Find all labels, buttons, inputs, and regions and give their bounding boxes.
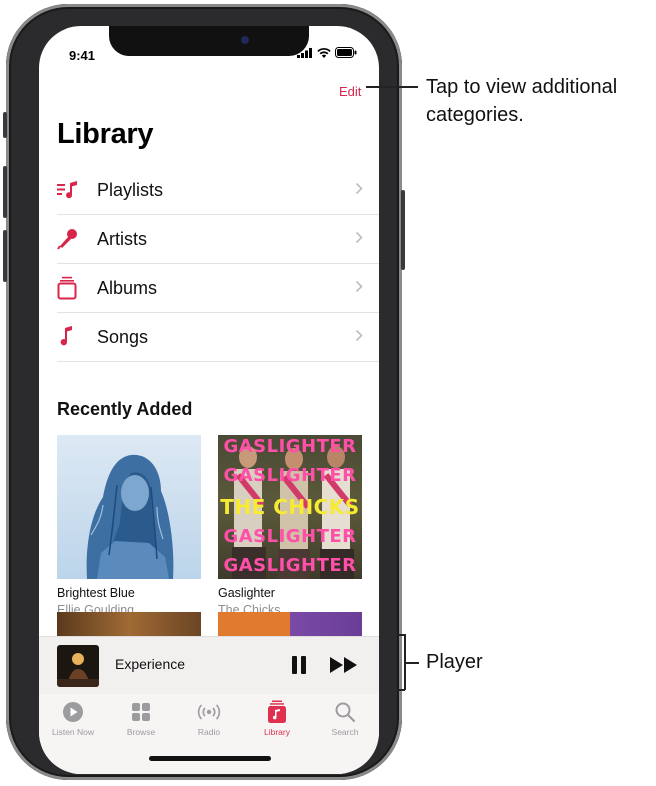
phone-frame: 9:41 Edit Library Playlists Artists Albu… <box>3 4 405 780</box>
cover-text: THE CHICKS <box>220 495 360 519</box>
cover-text: GASLIGHTER <box>223 555 357 576</box>
album-art-partial[interactable] <box>218 612 362 638</box>
tab-label: Radio <box>197 727 221 737</box>
playlist-icon <box>57 178 87 202</box>
category-label: Songs <box>97 326 149 347</box>
category-row-playlists[interactable]: Playlists <box>57 166 379 215</box>
music-note-icon <box>57 325 87 349</box>
callout-player: Player <box>426 651 483 673</box>
volume-down-button <box>3 230 7 282</box>
wifi-icon <box>317 47 331 58</box>
chevron-right-icon <box>355 182 363 195</box>
category-label: Artists <box>97 228 148 249</box>
cover-text: GASLIGHTER <box>223 436 357 457</box>
tab-label: Search <box>331 727 359 737</box>
screen: 9:41 Edit Library Playlists Artists Albu… <box>39 26 379 774</box>
grid-icon <box>107 700 175 724</box>
chevron-right-icon <box>355 280 363 293</box>
album-art-partial[interactable] <box>57 612 201 638</box>
tab-radio[interactable]: Radio <box>175 700 243 737</box>
callout-leader-player <box>405 662 419 664</box>
chevron-right-icon <box>355 329 363 342</box>
edit-button[interactable]: Edit <box>339 84 361 99</box>
album-stack-icon <box>57 276 87 300</box>
callout-leader-edit <box>366 86 418 88</box>
album-gaslighter[interactable]: GASLIGHTER GASLIGHTER THE CHICKS GASLIGH… <box>218 435 362 617</box>
tab-label: Listen Now <box>51 727 95 737</box>
play-circle-icon <box>39 700 107 724</box>
category-label: Albums <box>97 277 158 298</box>
library-icon <box>243 700 311 724</box>
status-icons <box>297 47 357 58</box>
tab-label: Library <box>264 727 290 737</box>
tab-search[interactable]: Search <box>311 700 379 737</box>
category-row-artists[interactable]: Artists <box>57 215 379 264</box>
callout-bracket-bottom <box>398 689 405 691</box>
power-button <box>401 190 405 270</box>
tab-listen-now[interactable]: Listen Now <box>39 700 107 737</box>
tab-browse[interactable]: Browse <box>107 700 175 737</box>
now-playing-art <box>57 645 99 687</box>
tab-library[interactable]: Library <box>243 700 311 737</box>
cover-text: GASLIGHTER <box>223 526 357 547</box>
album-title: Gaslighter <box>218 586 275 600</box>
search-icon <box>311 700 379 724</box>
album-brightest-blue[interactable]: Brightest Blue Ellie Goulding <box>57 435 201 617</box>
mini-player[interactable]: Experience <box>39 636 379 694</box>
volume-up-button <box>3 166 7 218</box>
cover-text: GASLIGHTER <box>223 465 357 486</box>
callout-edit: Tap to view additional categories. <box>426 76 618 126</box>
section-title-recently-added: Recently Added <box>57 399 193 419</box>
pause-button[interactable] <box>291 656 307 674</box>
page-title: Library <box>57 118 154 150</box>
category-row-albums[interactable]: Albums <box>57 264 379 313</box>
status-time: 9:41 <box>69 48 96 63</box>
now-playing-title: Experience <box>115 656 186 672</box>
chevron-right-icon <box>355 231 363 244</box>
album-art <box>57 435 201 579</box>
microphone-icon <box>57 227 87 251</box>
mute-switch <box>3 112 7 138</box>
home-indicator <box>149 756 271 761</box>
category-row-songs[interactable]: Songs <box>57 313 379 362</box>
tab-bar: Listen Now Browse Radio Library Search <box>39 694 379 774</box>
battery-icon <box>335 47 357 58</box>
notch <box>109 26 309 56</box>
fast-forward-button[interactable] <box>329 656 359 674</box>
album-title: Brightest Blue <box>57 586 135 600</box>
album-art: GASLIGHTER GASLIGHTER THE CHICKS GASLIGH… <box>218 435 362 579</box>
callout-bracket-top <box>398 634 405 636</box>
radio-waves-icon <box>175 700 243 724</box>
front-camera <box>241 36 249 44</box>
category-label: Playlists <box>97 179 164 200</box>
category-list: Playlists Artists Albums Songs <box>57 166 379 362</box>
tab-label: Browse <box>126 727 156 737</box>
